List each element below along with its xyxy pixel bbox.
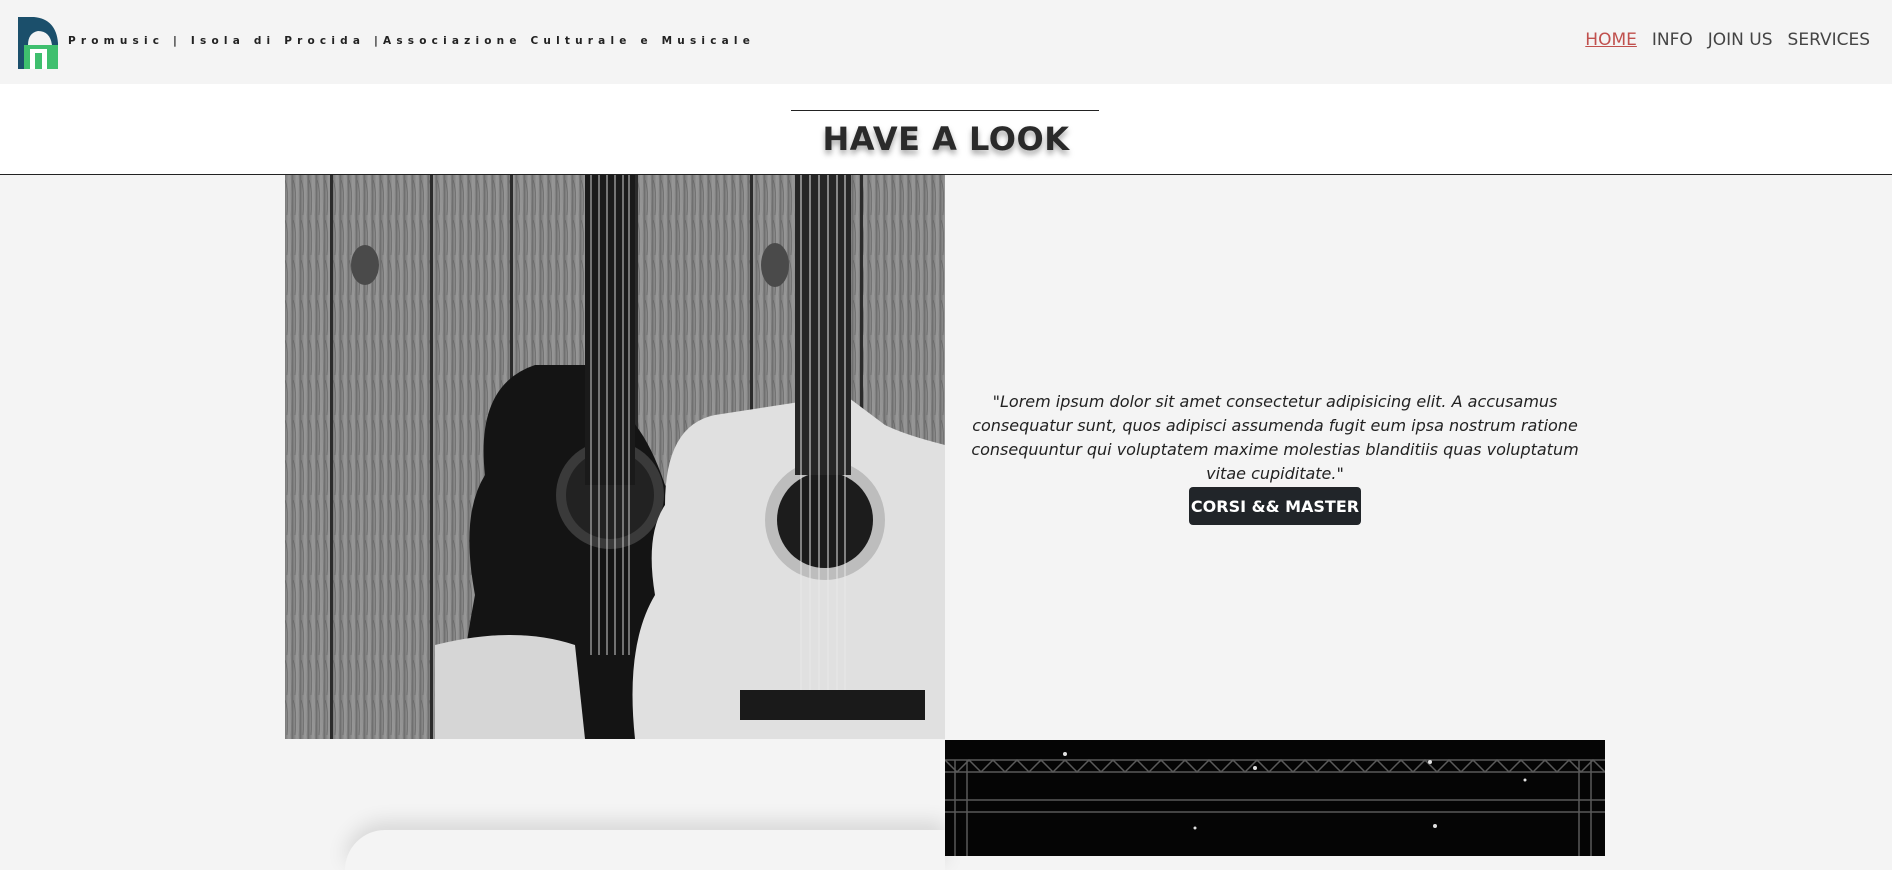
stage-photo <box>945 740 1605 856</box>
main-nav: HOME INFO JOIN US SERVICES <box>1585 30 1870 50</box>
bottom-card-shadow <box>345 830 945 870</box>
nav-services[interactable]: SERVICES <box>1788 30 1870 50</box>
corsi-master-button[interactable]: CORSI && MASTER <box>1189 487 1361 525</box>
navbar: Promusic | Isola di Procida |Associazion… <box>0 0 1892 84</box>
nav-info[interactable]: INFO <box>1652 30 1693 50</box>
nav-home[interactable]: HOME <box>1585 30 1637 50</box>
feature-quote: "Lorem ipsum dolor sit amet consectetur … <box>971 392 1579 483</box>
promusic-logo-icon[interactable] <box>16 15 58 69</box>
site-brand[interactable]: Promusic | Isola di Procida |Associazion… <box>68 35 755 47</box>
nav-join-us[interactable]: JOIN US <box>1708 30 1773 50</box>
title-rule <box>791 110 1099 111</box>
section-title: HAVE A LOOK <box>822 120 1070 158</box>
section-header: HAVE A LOOK <box>0 84 1892 175</box>
guitars-photo <box>285 175 945 739</box>
